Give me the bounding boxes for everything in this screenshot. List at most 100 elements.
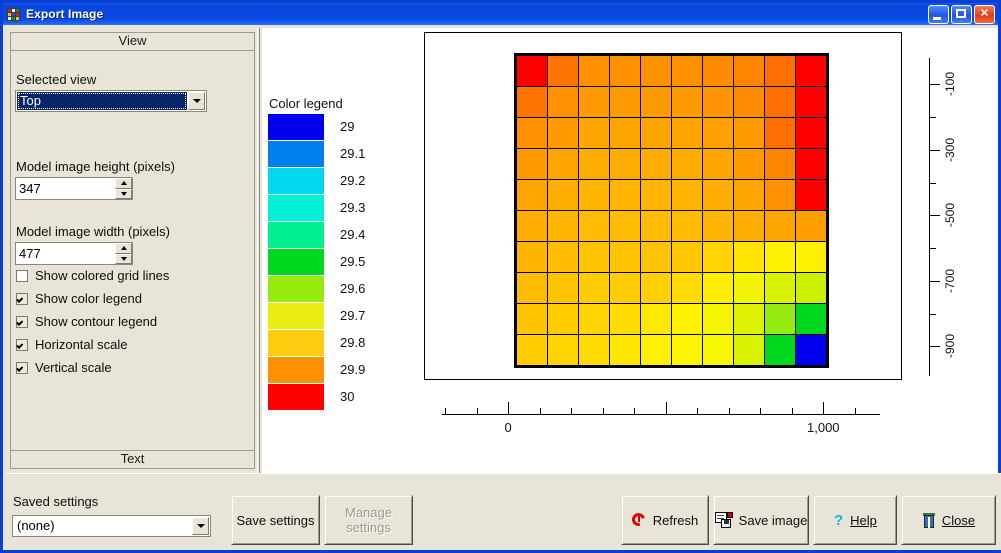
vertical-axis-label: -500 (943, 203, 957, 228)
legend-swatch (268, 329, 324, 356)
spin-down-icon[interactable] (115, 253, 132, 264)
spin-up-icon[interactable] (115, 178, 132, 189)
checkbox-horizontal-scale[interactable]: Horizontal scale (16, 337, 128, 352)
close-button[interactable]: Close (901, 495, 996, 545)
spin-down-icon[interactable] (115, 188, 132, 199)
saved-settings-combo[interactable]: (none) (12, 515, 211, 537)
vertical-major-tick (929, 84, 940, 86)
checkbox-checked-icon[interactable] (16, 315, 28, 328)
checkbox-checked-icon[interactable] (16, 361, 28, 374)
heatmap-cell-r3-c0 (517, 149, 547, 179)
checkbox-show-contour-legend[interactable]: Show contour legend (16, 314, 157, 329)
heatmap-cell-r0-c9 (796, 56, 826, 86)
color-legend: 29 29.1 29.2 29.3 29.4 29.5 29.6 29.7 29.8 29.9 30 (268, 113, 365, 410)
legend-value: 29.7 (340, 308, 366, 323)
horizontal-minor-tick (728, 408, 730, 414)
title-bar: Export Image ✕ (3, 3, 998, 25)
heatmap-cell-r1-c2 (579, 87, 609, 117)
heatmap-cell-r7-c3 (610, 273, 640, 303)
checkbox-checked-icon[interactable] (16, 292, 28, 305)
chevron-down-icon[interactable] (188, 92, 205, 110)
legend-value: 29.2 (340, 173, 366, 188)
vertical-axis-label: -900 (943, 334, 957, 359)
heatmap-cell-r7-c1 (548, 273, 578, 303)
model-width-stepper[interactable]: 477 (15, 242, 133, 265)
heatmap-cell-r6-c2 (579, 242, 609, 272)
save-image-label: Save image (738, 512, 808, 528)
legend-value: 29.1 (340, 146, 366, 161)
legend-item: 29 (268, 113, 365, 140)
checkbox-unchecked-icon[interactable] (16, 269, 28, 282)
heatmap-cell-r0-c7 (734, 56, 764, 86)
heatmap-cell-r4-c7 (734, 180, 764, 210)
legend-value: 29.5 (340, 254, 366, 269)
checkbox-label: Vertical scale (35, 360, 112, 375)
heatmap-cell-r3-c6 (703, 149, 733, 179)
selected-view-combo[interactable]: Top (15, 90, 207, 112)
image-preview-panel: Color legend 29 29.1 29.2 29.3 29.4 29.5 29.6 2… (262, 28, 998, 473)
heatmap-cell-r0-c0 (517, 56, 547, 86)
horizontal-scale: 0 1,000 (442, 400, 882, 446)
heatmap-cell-r1-c6 (703, 87, 733, 117)
minimize-button[interactable] (928, 4, 949, 24)
close-icon[interactable]: ✕ (974, 4, 995, 24)
heatmap-cell-r2-c3 (610, 118, 640, 148)
horizontal-axis-label: 1,000 (806, 420, 840, 435)
heatmap-cell-r2-c6 (703, 118, 733, 148)
vertical-major-tick (929, 280, 940, 282)
checkbox-show-colored-grid-lines[interactable]: Show colored grid lines (16, 268, 169, 283)
heatmap-cell-r6-c1 (548, 242, 578, 272)
heatmap-cell-r9-c2 (579, 335, 609, 365)
heatmap-cell-r8-c9 (796, 304, 826, 334)
save-settings-button[interactable]: Save settings (231, 495, 320, 545)
horizontal-minor-tick (445, 408, 447, 414)
model-height-stepper[interactable]: 347 (15, 177, 133, 200)
legend-swatch (268, 140, 324, 167)
legend-value: 29 (340, 119, 355, 134)
heatmap-cell-r5-c9 (796, 211, 826, 241)
refresh-button[interactable]: Refresh (621, 495, 709, 545)
heatmap-cell-r5-c3 (610, 211, 640, 241)
horizontal-minor-tick (791, 408, 793, 414)
heatmap-cell-r3-c5 (672, 149, 702, 179)
heatmap-cell-r1-c4 (641, 87, 671, 117)
checkbox-label: Show color legend (35, 291, 142, 306)
heatmap-cell-r5-c5 (672, 211, 702, 241)
heatmap-cell-r9-c9 (796, 335, 826, 365)
heatmap-cell-r1-c8 (765, 87, 795, 117)
heatmap-cell-r2-c4 (641, 118, 671, 148)
heatmap-cell-r0-c1 (548, 56, 578, 86)
checkbox-checked-icon[interactable] (16, 338, 28, 351)
heatmap-cell-r6-c4 (641, 242, 671, 272)
vertical-major-tick (929, 346, 940, 348)
horizontal-major-tick (665, 402, 667, 414)
spin-up-icon[interactable] (115, 243, 132, 254)
chevron-down-icon[interactable] (192, 517, 209, 535)
save-image-button[interactable]: Save image (713, 495, 809, 545)
model-width-spin-buttons[interactable] (115, 243, 132, 264)
heatmap-cell-r4-c4 (641, 180, 671, 210)
heatmap-cell-r7-c8 (765, 273, 795, 303)
heatmap-cell-r9-c8 (765, 335, 795, 365)
vertical-minor-tick (929, 117, 936, 118)
heatmap-cell-r1-c1 (548, 87, 578, 117)
checkbox-show-color-legend[interactable]: Show color legend (16, 291, 142, 306)
legend-item: 29.6 (268, 275, 365, 302)
help-button[interactable]: ? Help (813, 495, 897, 545)
window-title: Export Image (26, 7, 104, 21)
heatmap-cell-r4-c1 (548, 180, 578, 210)
vertical-scale: -100 -300 -500 -700 -900 (929, 50, 989, 395)
maximize-button[interactable] (951, 4, 972, 24)
legend-value: 29.8 (340, 335, 366, 350)
heatmap-cell-r6-c8 (765, 242, 795, 272)
heatmap-cell-r5-c2 (579, 211, 609, 241)
legend-item: 29.4 (268, 221, 365, 248)
model-height-spin-buttons[interactable] (115, 178, 132, 199)
exit-door-icon (922, 512, 936, 528)
legend-item: 29.3 (268, 194, 365, 221)
heatmap-cell-r3-c3 (610, 149, 640, 179)
heatmap-cell-r1-c7 (734, 87, 764, 117)
horizontal-axis-line (442, 414, 880, 415)
heatmap-cell-r6-c5 (672, 242, 702, 272)
checkbox-vertical-scale[interactable]: Vertical scale (16, 360, 112, 375)
